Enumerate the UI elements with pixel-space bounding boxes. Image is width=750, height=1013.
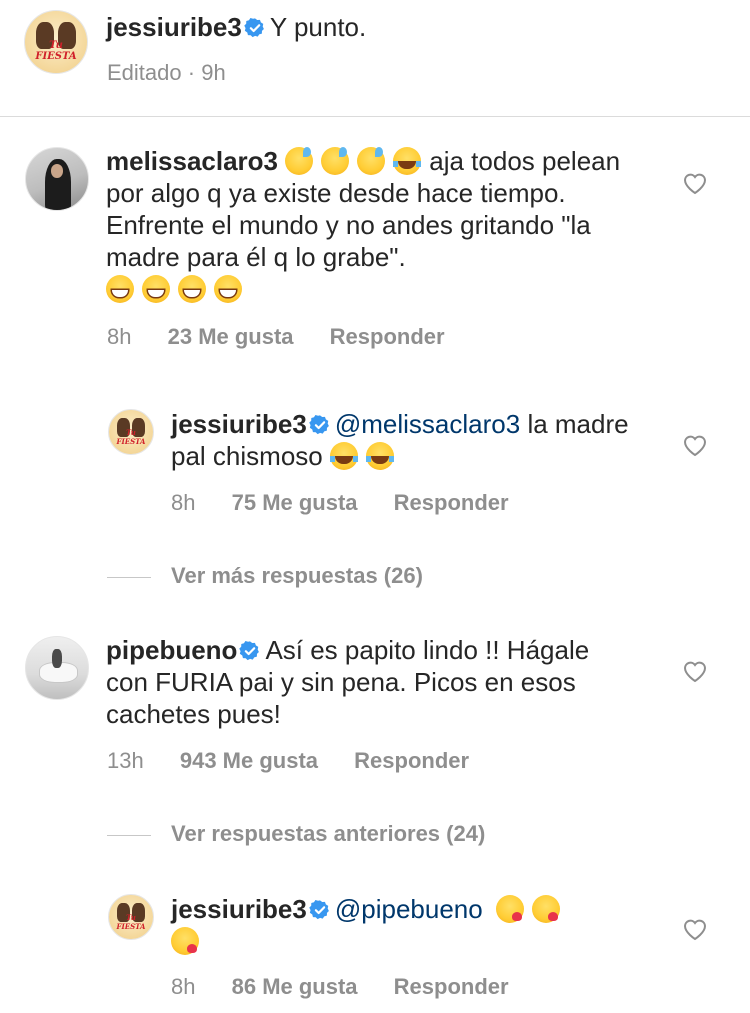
kiss-emoji-icon xyxy=(495,895,524,923)
caption-divider xyxy=(0,116,750,117)
reply-body: jessiuribe3 @melissaclaro3 la madre pal c… xyxy=(171,408,651,472)
heart-outline-icon[interactable] xyxy=(682,917,708,941)
comment-meta: 8h 23 Me gusta Responder xyxy=(107,324,445,350)
kiss-emoji-icon xyxy=(171,927,199,955)
reply-time: 8h xyxy=(171,974,196,999)
view-previous-replies-label: Ver respuestas anteriores (24) xyxy=(171,821,486,846)
comment-username[interactable]: melissaclaro3 xyxy=(106,146,278,176)
sweat-smile-emoji-icon xyxy=(357,147,386,175)
tears-of-joy-emoji-icon xyxy=(393,147,422,175)
replies-divider-line xyxy=(107,834,151,836)
view-more-replies-label: Ver más respuestas (26) xyxy=(171,563,423,588)
like-count[interactable]: 23 Me gusta xyxy=(168,324,294,349)
comment-username[interactable]: pipebueno xyxy=(106,635,237,665)
reply-author-avatar[interactable]: Tu FIESTA xyxy=(108,894,154,940)
reply-button[interactable]: Responder xyxy=(330,324,445,349)
verified-badge-icon xyxy=(309,900,329,920)
meta-separator: · xyxy=(187,60,196,85)
like-count[interactable]: 75 Me gusta xyxy=(232,490,358,515)
sweat-smile-emoji-icon xyxy=(321,147,350,175)
post-author-avatar[interactable]: Tu FIESTA xyxy=(24,10,88,74)
reply-author-avatar[interactable]: Tu FIESTA xyxy=(108,409,154,455)
grin-emoji-icon xyxy=(142,275,170,303)
edited-label: Editado xyxy=(107,60,182,85)
verified-badge-icon xyxy=(244,18,264,38)
replies-divider-line xyxy=(107,576,151,578)
grin-emoji-icon xyxy=(214,275,242,303)
post-caption: jessiuribe3 Y punto. xyxy=(106,11,706,43)
tears-of-joy-emoji-icon xyxy=(329,442,358,470)
heart-outline-icon[interactable] xyxy=(682,433,708,457)
verified-badge-icon xyxy=(309,415,329,435)
grin-emoji-icon xyxy=(178,275,206,303)
mention-link[interactable]: @pipebueno xyxy=(335,894,483,924)
tears-of-joy-emoji-icon xyxy=(365,442,394,470)
like-count[interactable]: 943 Me gusta xyxy=(180,748,318,773)
comment-body: pipebueno Así es papito lindo !! Hágale c… xyxy=(106,634,626,730)
comment-meta: 13h 943 Me gusta Responder xyxy=(107,748,469,774)
commenter-avatar[interactable] xyxy=(25,147,89,211)
post-time: 9h xyxy=(201,60,226,85)
avatar-logo-text: Tu FIESTA xyxy=(35,39,77,62)
reply-meta: 8h 75 Me gusta Responder xyxy=(171,490,509,516)
view-previous-replies-button[interactable]: Ver respuestas anteriores (24) xyxy=(107,821,485,847)
reply-username[interactable]: jessiuribe3 xyxy=(171,409,307,439)
comment-body: melissaclaro3 aja todos pelean por algo … xyxy=(106,145,646,305)
reply-body: jessiuribe3 @pipebueno xyxy=(171,893,651,957)
commenter-avatar[interactable] xyxy=(25,636,89,700)
reply-button[interactable]: Responder xyxy=(354,748,469,773)
grin-emoji-icon xyxy=(106,275,134,303)
mention-link[interactable]: @melissaclaro3 xyxy=(335,409,520,439)
heart-outline-icon[interactable] xyxy=(682,659,708,683)
avatar-logo-text: Tu FIESTA xyxy=(116,428,146,447)
view-more-replies-button[interactable]: Ver más respuestas (26) xyxy=(107,563,423,589)
reply-button[interactable]: Responder xyxy=(394,974,509,999)
reply-meta: 8h 86 Me gusta Responder xyxy=(171,974,509,1000)
reply-time: 8h xyxy=(171,490,196,515)
verified-badge-icon xyxy=(239,641,260,661)
post-meta: Editado · 9h xyxy=(107,60,226,86)
like-count[interactable]: 86 Me gusta xyxy=(232,974,358,999)
reply-username[interactable]: jessiuribe3 xyxy=(171,894,307,924)
post-caption-text: Y punto. xyxy=(269,12,367,42)
post-author-username[interactable]: jessiuribe3 xyxy=(106,12,242,42)
sweat-smile-emoji-icon xyxy=(285,147,314,175)
reply-button[interactable]: Responder xyxy=(394,490,509,515)
kiss-emoji-icon xyxy=(531,895,560,923)
comment-time: 13h xyxy=(107,748,144,773)
avatar-logo-text: Tu FIESTA xyxy=(116,913,146,932)
heart-outline-icon[interactable] xyxy=(682,171,708,195)
comment-time: 8h xyxy=(107,324,132,349)
